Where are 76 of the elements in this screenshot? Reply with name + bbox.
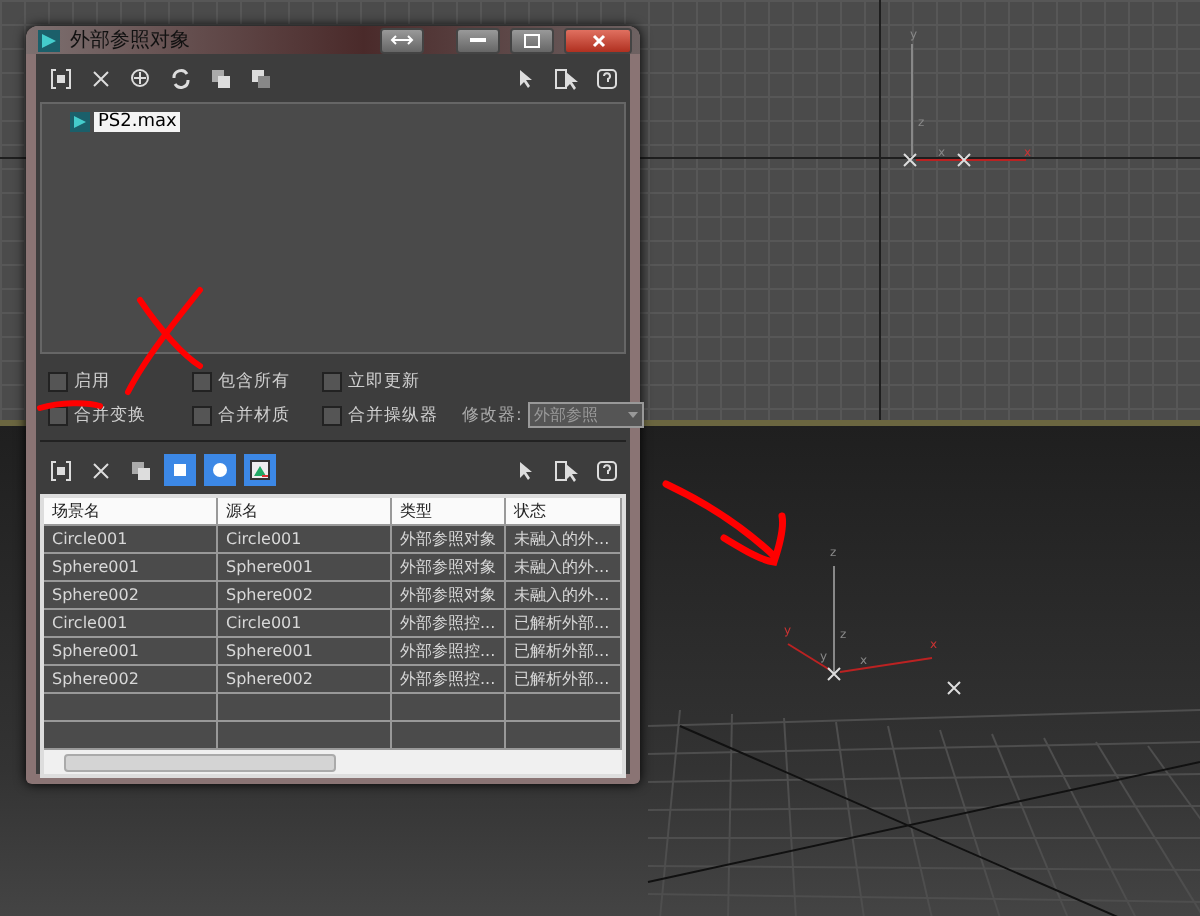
hand-drawn-arrow — [662, 480, 786, 566]
horizontal-scrollbar[interactable] — [44, 750, 622, 774]
column-header[interactable]: 状态 — [506, 498, 622, 524]
copy-icon — [129, 459, 151, 481]
checkbox-option[interactable]: 启用 — [48, 370, 192, 394]
select-icon — [553, 67, 579, 89]
arrow-icon — [390, 34, 414, 46]
close-button[interactable] — [564, 27, 632, 53]
maximize-icon — [524, 33, 540, 47]
table-cell: Sphere001 — [44, 638, 218, 664]
close-icon — [91, 461, 109, 479]
table-cell: 外部参照对象 — [392, 526, 506, 552]
checkbox-option[interactable]: 合并材质 — [192, 403, 322, 427]
checkbox[interactable] — [192, 372, 212, 392]
minimize-icon — [470, 38, 486, 42]
checkbox-option[interactable]: 包含所有 — [192, 370, 322, 394]
file-icon — [70, 112, 90, 132]
table-cell: 外部参照对象 — [392, 554, 506, 580]
table-cell: Circle001 — [44, 526, 218, 552]
modifier-label: 修改器: — [462, 403, 522, 427]
checkbox[interactable] — [192, 405, 212, 425]
hand-drawn-cross-mark — [125, 287, 203, 395]
pointer-icon — [518, 459, 534, 481]
table-cell: 外部参照控... — [392, 638, 506, 664]
close-icon — [591, 33, 605, 47]
checkbox-option[interactable]: 合并变换 — [48, 403, 192, 427]
table-cell: Sphere002 — [218, 666, 392, 692]
column-header[interactable]: 场景名 — [44, 498, 218, 524]
table-cell: 外部参照控... — [392, 666, 506, 692]
dock-button[interactable] — [380, 27, 424, 53]
frame-icon — [49, 67, 71, 89]
table-cell: 已解析外部... — [506, 610, 622, 636]
maximize-button[interactable] — [510, 27, 554, 53]
table-cell: 未融入的外... — [506, 526, 622, 552]
table-cell: 已解析外部... — [506, 666, 622, 692]
scrollbar-thumb[interactable] — [64, 754, 336, 772]
table-cell: Sphere002 — [44, 666, 218, 692]
tree-item[interactable]: PS2.max — [94, 112, 181, 132]
help-icon — [595, 67, 617, 89]
paste-icon — [249, 67, 271, 89]
table-cell: 未融入的外... — [506, 554, 622, 580]
image-icon — [250, 460, 270, 480]
minimize-button[interactable] — [456, 27, 500, 53]
table-cell: Sphere002 — [44, 582, 218, 608]
sphere-icon — [212, 462, 228, 478]
copy-icon — [209, 67, 231, 89]
checkbox[interactable] — [48, 372, 68, 392]
select-icon — [553, 459, 579, 481]
toolbar-button[interactable] — [244, 454, 276, 486]
refresh-icon — [169, 67, 191, 89]
checkbox-option[interactable]: 合并操纵器 — [322, 403, 462, 427]
checkbox[interactable] — [322, 372, 342, 392]
cube-icon — [172, 462, 188, 478]
pointer-icon — [518, 67, 534, 89]
table-cell: Circle001 — [44, 610, 218, 636]
table-cell: Sphere001 — [218, 554, 392, 580]
help-icon — [595, 459, 617, 481]
column-header[interactable]: 类型 — [392, 498, 506, 524]
add-icon — [130, 68, 150, 88]
window-title: 外部参照对象 — [70, 27, 192, 54]
table-cell: 未融入的外... — [506, 582, 622, 608]
checkbox[interactable] — [322, 405, 342, 425]
table-cell: 已解析外部... — [506, 638, 622, 664]
table-cell: 外部参照控... — [392, 610, 506, 636]
table-cell: Circle001 — [218, 610, 392, 636]
checkbox-option[interactable]: 立即更新 — [322, 370, 618, 394]
frame-icon — [49, 459, 71, 481]
close-icon — [91, 69, 109, 87]
column-header[interactable]: 源名 — [218, 498, 392, 524]
table-cell: 外部参照对象 — [392, 582, 506, 608]
table-cell: Sphere001 — [218, 638, 392, 664]
table-cell: Circle001 — [218, 526, 392, 552]
axis-gizmo-drawing — [903, 43, 1027, 167]
table-cell: Sphere002 — [218, 582, 392, 608]
app-icon — [38, 29, 60, 51]
table-cell: Sphere001 — [44, 554, 218, 580]
